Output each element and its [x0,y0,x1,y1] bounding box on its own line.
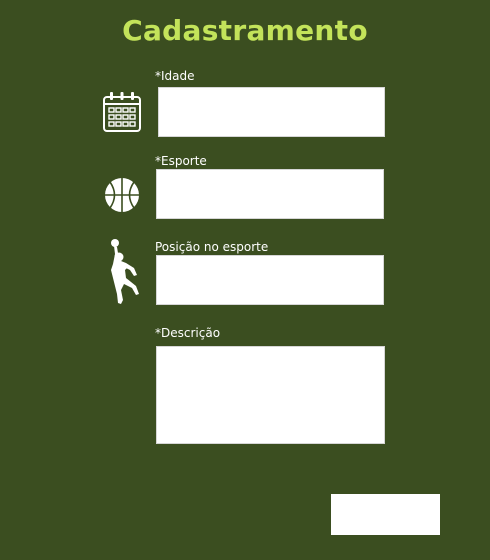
idade-label: *Idade [155,69,195,83]
basketball-icon [104,177,140,217]
basketball-player-icon [104,238,144,310]
submit-button[interactable] [331,494,440,535]
descricao-label: *Descrição [155,326,221,340]
esporte-input[interactable] [156,169,384,219]
idade-input[interactable] [158,87,385,137]
page-title: Cadastramento [122,14,368,47]
posicao-input[interactable] [156,255,384,305]
posicao-label: Posição no esporte [155,240,269,254]
esporte-label: *Esporte [155,154,207,168]
calendar-icon [102,90,142,138]
descricao-textarea[interactable] [156,346,385,444]
